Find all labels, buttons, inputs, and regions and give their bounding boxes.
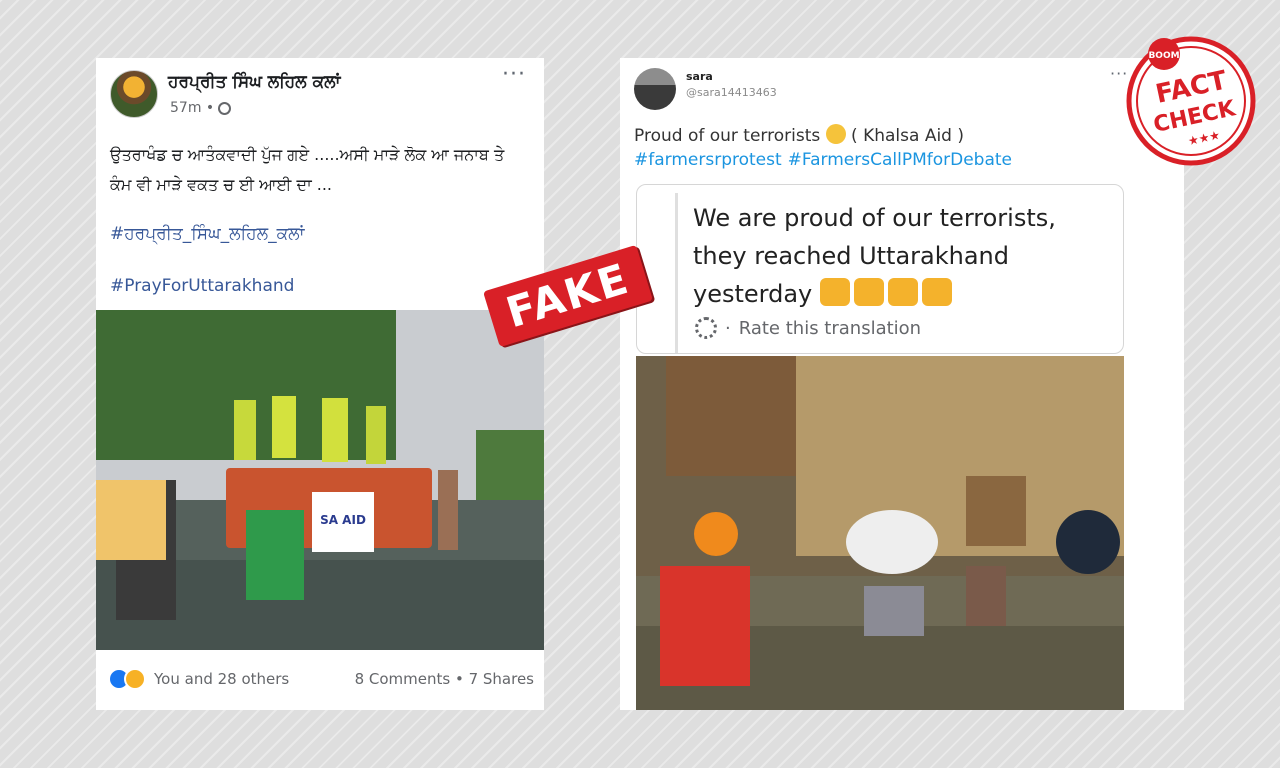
- flood-rescue-photo: SA AID: [96, 310, 544, 650]
- fist-emoji-icon: [887, 278, 918, 306]
- reactions[interactable]: [108, 668, 148, 690]
- globe-icon: [218, 101, 232, 115]
- facebook-post-card: ਹਰਪ੍ਰੀਤ ਸਿੰਘ ਲਹਿਲ ਕਲਾਂ 57m • ··· ਉਤਰਾਖੰਡ…: [96, 58, 544, 710]
- rate-translation-label[interactable]: Rate this translation: [739, 318, 921, 339]
- smile-emoji-icon: [825, 124, 846, 144]
- post-footer: You and 28 others 8 Comments • 7 Shares: [96, 658, 544, 698]
- tweet-author-handle[interactable]: @sara14413463: [686, 86, 777, 99]
- post-meta: 57m •: [170, 100, 232, 116]
- hashtag-link[interactable]: #FarmersCallPMforDebate: [788, 150, 1012, 170]
- tweet-author-name[interactable]: sara: [686, 70, 713, 83]
- fact-check-stamp: BOOM FACT CHECK ★★★: [1126, 36, 1256, 166]
- tweet-photo[interactable]: [636, 356, 1124, 710]
- fist-emoji-icon: [819, 278, 850, 306]
- fist-emoji-icon: [853, 278, 884, 306]
- post-photo[interactable]: SA AID: [96, 310, 544, 650]
- quote-bar: [675, 193, 678, 353]
- banner-text: SA AID: [320, 513, 366, 527]
- fist-emoji-icon: [921, 278, 952, 306]
- post-time[interactable]: 57m •: [170, 100, 214, 116]
- rate-dot: ·: [725, 317, 731, 339]
- boom-logo-text: BOOM: [1148, 51, 1179, 61]
- fist-emojis: [819, 278, 952, 306]
- tweet-card: sara @sara14413463 ··· Proud of our terr…: [620, 58, 1184, 710]
- flood-photo: [636, 356, 1124, 710]
- translated-text: We are proud of our terrorists, they rea…: [693, 199, 1093, 313]
- haha-reaction-icon: [124, 668, 146, 690]
- hashtag-link[interactable]: #ਹਰਪ੍ਰੀਤ_ਸਿੰਘ_ਲਹਿਲ_ਕਲਾਂ: [110, 224, 304, 244]
- tweet-text-main: Proud of our terrorists: [634, 126, 821, 146]
- tweet-text-tail: ( Khalsa Aid ): [851, 126, 965, 146]
- author-avatar[interactable]: [110, 70, 158, 118]
- hashtag-link[interactable]: #farmersrprotest: [634, 150, 782, 170]
- translation-box: We are proud of our terrorists, they rea…: [636, 184, 1124, 354]
- author-name[interactable]: ਹਰਪ੍ਰੀਤ ਸਿੰਘ ਲਹਿਲ ਕਲਾਂ: [168, 72, 340, 92]
- tweet-avatar[interactable]: [634, 68, 676, 110]
- post-text: ਉਤਰਾਖੰਡ ਚ ਆਤੰਕਵਾਦੀ ਪੁੱਜ ਗਏ .....ਅਸੀ ਮਾੜੇ…: [110, 145, 505, 194]
- more-icon[interactable]: ···: [502, 64, 526, 86]
- tweet-hashtags: #farmersrprotest #FarmersCallPMforDebate: [634, 150, 1012, 170]
- hashtag-link[interactable]: #PrayForUttarakhand: [110, 276, 294, 296]
- reactions-count[interactable]: You and 28 others: [154, 670, 289, 688]
- tweet-text: Proud of our terrorists ( Khalsa Aid ): [634, 124, 964, 146]
- comments-shares[interactable]: 8 Comments • 7 Shares: [355, 670, 534, 688]
- rate-translation[interactable]: · Rate this translation: [695, 317, 921, 339]
- gear-icon: [695, 317, 717, 339]
